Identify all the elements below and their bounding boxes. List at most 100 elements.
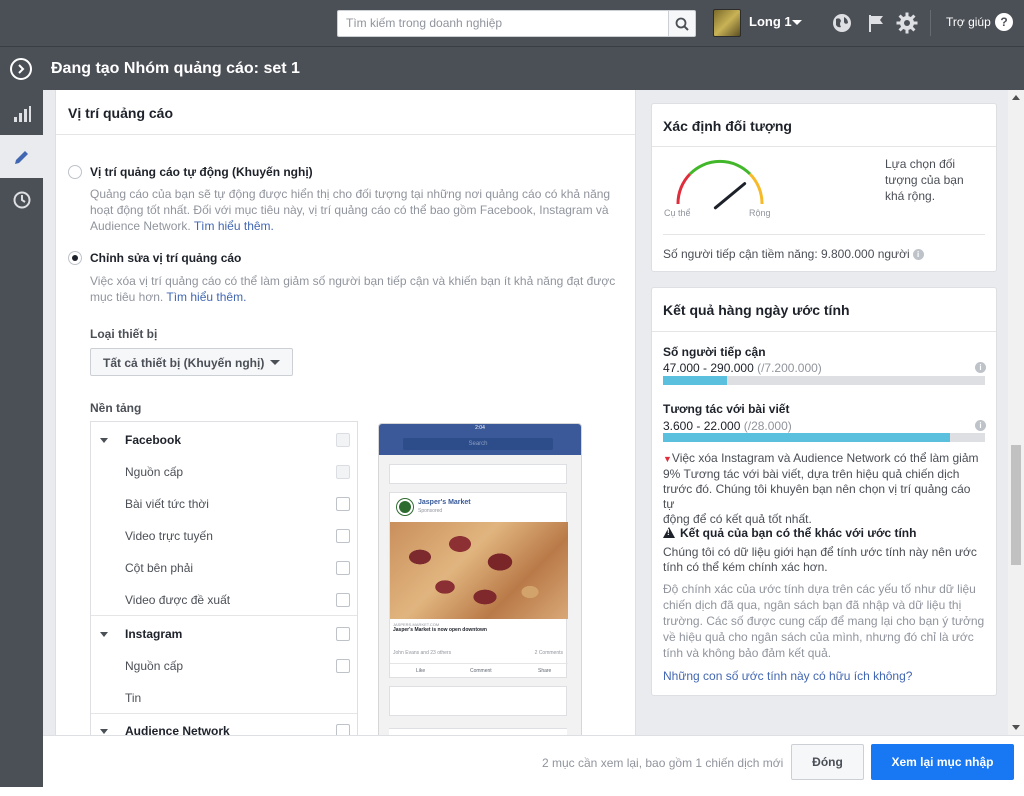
platforms-list: Facebook Nguồn cấp Bài viết tức thời Vid… [90,421,358,735]
preview-social: John Evans and 23 others [393,650,452,656]
edit-placement-title[interactable]: Chỉnh sửa vị trí quảng cáo [90,251,241,265]
engagement-bar-fill [663,433,950,442]
preview-post: Jasper's Market Sponsored JASPERS-MARKET… [389,492,568,678]
expand-toggle-button[interactable] [10,58,32,80]
divider [652,146,996,147]
potential-reach: Số người tiếp cận tiềm năng: 9.800.000 n… [663,247,924,261]
flag-icon[interactable] [865,12,887,34]
review-status: 2 mục cần xem lại, bao gồm 1 chiến dịch … [542,756,784,770]
auto-placement-radio[interactable] [68,165,82,179]
preview-page-name: Jasper's Market [418,499,471,506]
scroll-thumb[interactable] [1011,445,1021,565]
accuracy-text: Độ chính xác của ước tính dựa trên các y… [663,582,985,660]
gauge-label-left: Cụ thể [664,208,691,218]
checkbox[interactable] [336,659,350,673]
preview-comments: 2 Comments [534,650,563,656]
down-arrow-icon: ▼ [663,454,672,464]
warning-text: Chúng tôi có dữ liệu giới hạn để tính ướ… [663,545,977,574]
pencil-icon [14,150,28,164]
search-input[interactable]: Tìm kiếm trong doanh nghiệp [337,10,669,37]
topbar-divider [930,10,931,36]
platform-row-ig-feed[interactable]: Nguồn cấp [91,650,357,682]
device-type-select[interactable]: Tất cả thiết bị (Khuyến nghị) [90,348,293,376]
platform-label: Cột bên phải [125,561,194,575]
info-icon[interactable]: i [912,249,924,261]
platform-row-ig-stories[interactable]: Tin [91,682,357,714]
checkbox[interactable] [336,433,350,447]
engagement-value: 3.600 - 22.000 (/28.000) [663,419,792,433]
gear-icon[interactable] [896,12,918,34]
checkbox[interactable] [336,497,350,511]
ad-preview: 2:04 Search Jasper's Market Sponsored JA… [378,423,582,735]
left-rail [0,90,43,796]
review-entries-button[interactable]: Xem lại mục nhập [871,744,1014,780]
chevron-down-icon[interactable] [792,20,802,25]
device-type-value: Tất cả thiết bị (Khuyến nghị) [103,356,265,370]
info-icon[interactable]: i [972,360,986,374]
audience-title: Xác định đối tượng [663,118,792,134]
divider [663,234,985,235]
rail-item-edit[interactable] [0,135,43,178]
help-icon[interactable]: ? [995,13,1013,31]
platform-row-instagram[interactable]: Instagram [91,618,357,650]
preview-tab-bar [389,728,567,735]
globe-icon[interactable] [831,12,853,34]
rail-item-history[interactable] [0,178,43,221]
preview-like: Like [416,668,426,674]
chevron-down-icon [270,360,280,365]
collapse-triangle-icon[interactable] [100,438,108,443]
estimates-card: Kết quả hàng ngày ước tính Số người tiếp… [651,287,997,696]
platform-label: Nguồn cấp [125,465,184,479]
scroll-down-arrow-icon[interactable] [1012,725,1020,730]
section-title: Vị trí quảng cáo [68,105,174,121]
platform-row-audience-network[interactable]: Audience Network [91,715,357,735]
edit-placement-radio[interactable] [68,251,82,265]
audience-description: Lựa chọn đối tượng của bạn khá rộng. [885,157,964,203]
info-icon[interactable]: i [972,418,986,432]
help-link[interactable]: Trợ giúp [946,15,991,29]
edit-placement-description: Việc xóa vị trí quảng cáo có thể làm giả… [90,274,616,304]
checkbox[interactable] [336,627,350,641]
device-type-label: Loại thiết bị [90,327,158,341]
reach-bar [663,376,985,385]
learn-more-link[interactable]: Tìm hiểu thêm. [166,290,246,304]
platform-label: Bài viết tức thời [125,497,209,511]
collapse-triangle-icon[interactable] [100,729,108,734]
bar-chart-icon [13,105,31,122]
platform-row-facebook[interactable]: Facebook [91,424,357,456]
platform-row-fb-suggested[interactable]: Video được đề xuất [91,584,357,616]
platform-row-fb-feed[interactable]: Nguồn cấp [91,456,357,488]
reach-bar-fill [663,376,728,385]
gauge-needle [713,182,747,210]
account-avatar[interactable] [713,9,741,37]
bottom-strip [0,787,1024,796]
checkbox[interactable] [336,465,350,479]
platform-label: Instagram [125,627,183,641]
search-button[interactable] [668,10,696,37]
audience-card: Xác định đối tượng Cụ thể Rộng Lựa chọn … [651,103,997,272]
platform-row-fb-instant[interactable]: Bài viết tức thời [91,488,357,520]
auto-placement-title[interactable]: Vị trí quảng cáo tự động (Khuyến nghị) [90,165,313,179]
checkbox[interactable] [336,529,350,543]
estimates-feedback-link[interactable]: Những con số ước tính này có hữu ích khô… [663,669,912,683]
page-title: Đang tạo Nhóm quảng cáo: set 1 [51,60,300,77]
reach-label: Số người tiếp cận [663,345,766,359]
scrollbar[interactable] [1008,90,1024,735]
platform-row-fb-video[interactable]: Video trực tuyến [91,520,357,552]
close-button[interactable]: Đóng [791,744,864,780]
platform-label: Video trực tuyến [125,529,213,543]
scroll-up-arrow-icon[interactable] [1012,95,1020,100]
account-name[interactable]: Long 1 [749,14,792,29]
estimates-title: Kết quả hàng ngày ước tính [663,302,850,318]
collapse-triangle-icon[interactable] [100,632,108,637]
rail-item-reports[interactable] [0,92,43,135]
checkbox[interactable] [336,593,350,607]
platform-row-fb-right-column[interactable]: Cột bên phải [91,552,357,584]
learn-more-link[interactable]: Tìm hiểu thêm. [194,219,274,233]
platforms-label: Nền tảng [90,401,142,415]
preview-sponsored: Sponsored [418,508,443,514]
platform-label: Nguồn cấp [125,659,184,673]
checkbox[interactable] [336,724,350,735]
checkbox[interactable] [336,561,350,575]
placement-panel: Vị trí quảng cáo Vị trí quảng cáo tự độn… [55,90,636,735]
